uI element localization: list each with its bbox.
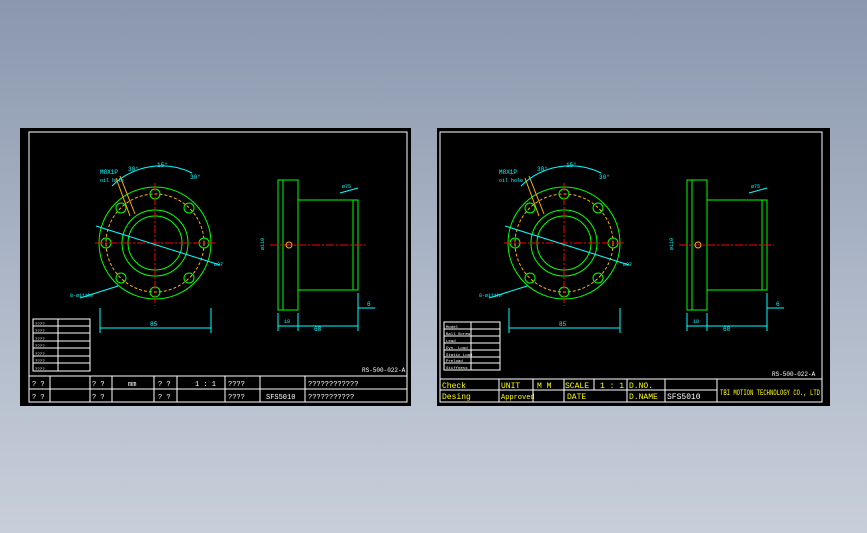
front-view: M8X1P oil hole 30° 15° 30° ø97 8-ø11thr … [70,162,223,333]
tb-cell: ??????????? [308,394,354,402]
tb-cell: ? ? [32,381,45,389]
tb-unit: UNIT [501,382,520,391]
tb-design: Desing [442,393,471,402]
front-view: M8X1P oil hole 30° 15° 30° ø97 8-ø11thr … [479,162,632,333]
spec-cell: Lead [446,339,456,344]
label-oil: oil hole [499,178,523,184]
tb-dname-val: SFS5010 [667,393,701,402]
label-angle-b: 15° [157,162,168,169]
label-len1: 18 [284,319,290,325]
side-view: 18 68 6 ø75 ø110 [669,179,784,333]
label-angle-b: 15° [566,162,577,169]
tb-dno: D.NO. [629,382,653,391]
spec-cell: ???? [35,368,45,372]
spec-cell: Stiffness [446,366,468,371]
label-width: 85 [559,321,567,328]
label-pcd: ø97 [623,262,632,268]
spec-cell: ???? [35,360,45,364]
label-angle-c: 30° [190,174,201,181]
tb-cell: ???? [228,381,245,389]
label-angle-a: 30° [128,166,139,173]
leader-diameter [95,225,221,266]
spec-cell: ???? [35,330,45,334]
spec-cell: Preload [446,359,463,364]
tb-cell: ? ? [92,394,105,402]
spec-cell: Static Load [446,353,473,358]
tb-cell: ???????????? [308,381,358,389]
tb-scale-val: 1 : 1 [600,382,624,391]
left-drawing-canvas: M8X1P oil hole 30° 15° 30° ø97 8-ø11thr … [28,131,408,403]
right-drawing-canvas: M8X1P oil hole 30° 15° 30° ø97 8-ø11thr … [439,131,823,403]
label-flange-dia: ø110 [669,238,675,250]
angle-arc [520,165,602,187]
label-angle-a: 30° [537,166,548,173]
tb-cell: ? ? [158,381,171,389]
tb-cell: 1 : 1 [195,381,216,389]
label-bolt: 8-ø11thr [479,293,503,299]
label-boss-dia: ø75 [751,184,760,190]
label-angle-c: 30° [599,174,610,181]
label-gap: 6 [776,301,780,308]
label-len2: 68 [723,326,731,333]
tb-company: TBI MOTION TECHNOLOGY CO., LTD [720,389,820,398]
tb-cell: ? ? [32,394,45,402]
label-m8: M8X1P [499,169,517,176]
tb-cell: ? ? [158,394,171,402]
drawing-number: RS-500-022-A [362,367,406,374]
label-width: 85 [150,321,158,328]
right-drawing-sheet[interactable]: M8X1P oil hole 30° 15° 30° ø97 8-ø11thr … [437,128,830,406]
tb-mm: M M [537,382,552,391]
spec-cell: ???? [35,353,45,357]
tb-cell: ???? [228,394,245,402]
title-block: Check UNIT M M SCALE 1 : 1 D.NO. Desing … [440,378,822,402]
left-drawing-sheet[interactable]: M8X1P oil hole 30° 15° 30° ø97 8-ø11thr … [20,128,411,406]
label-bolt: 8-ø11thr [70,293,94,299]
label-boss-dia: ø75 [342,184,351,190]
drawing-number: RS-500-022-A [772,371,816,378]
spec-cell: Ball Screw [446,332,471,337]
tb-cell: SFS5010 [266,394,295,402]
tb-dname: D.NAME [629,393,658,402]
title-block: ? ? ? ? mm ? ? 1 : 1 ???? ???????????? ?… [29,375,407,402]
label-len2: 68 [314,326,322,333]
tb-check: Check [442,382,466,391]
spec-table: Model Ball Screw Lead Dyn. Load Static L… [443,321,501,371]
spec-cell: ???? [35,323,45,327]
spec-cell: ???? [35,345,45,349]
tb-date: DATE [567,393,586,402]
spec-cell: Model [446,325,459,330]
label-pcd: ø97 [214,262,223,268]
label-m8: M8X1P [100,169,118,176]
spec-cell: Dyn. Load [446,346,468,351]
spec-cell: ???? [35,338,45,342]
label-oil: oil hole [100,178,124,184]
tb-cell: ? ? [92,381,105,389]
tb-approved: Approved [501,394,535,402]
label-flange-dia: ø110 [260,238,266,250]
label-gap: 6 [367,301,371,308]
spec-table: ???? ???? ???? ???? ???? ???? ???? [32,318,91,372]
tb-scale: SCALE [565,382,589,391]
leader-diameter [504,225,630,266]
tb-cell: mm [128,381,136,389]
side-view: 18 68 6 ø75 ø110 [260,179,375,333]
label-len1: 18 [693,319,699,325]
